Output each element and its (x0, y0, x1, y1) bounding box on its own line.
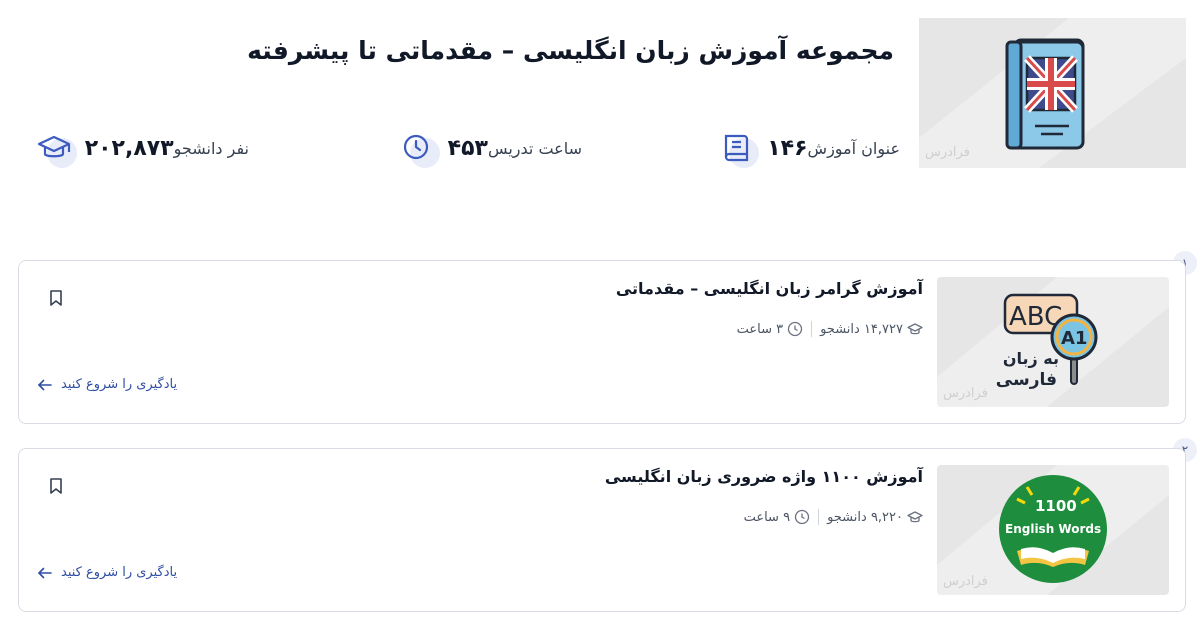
thumb-farsi-line2: فارسی (996, 370, 1057, 390)
course-duration: ۳ ساعت (736, 321, 784, 337)
thumb-farsi-line1: به زبان (1003, 349, 1059, 368)
graduation-cap-icon (37, 130, 77, 168)
thumb-a1-text: A1 (1061, 328, 1087, 349)
bookmark-icon[interactable] (49, 289, 63, 307)
stat-courses-label: عنوان آموزش (807, 138, 900, 158)
course-card[interactable]: 1100 English Words فرادرس آموزش ۱۱۰۰ واژ… (18, 448, 1186, 612)
start-learning-label: یادگیری را شروع کنید (61, 377, 178, 392)
stat-hours-value: ۴۵۳ (447, 135, 488, 161)
course-title[interactable]: آموزش گرامر زبان انگلیسی – مقدماتی (616, 279, 923, 298)
thumbnail-watermark: فرادرس (925, 145, 970, 160)
course-meta: ۹,۲۲۰ دانشجو ۹ ساعت (744, 509, 923, 525)
stat-courses: ۱۴۶ عنوان آموزش (707, 130, 900, 168)
arrow-left-icon (38, 567, 52, 578)
meta-divider (811, 321, 813, 337)
stat-courses-value: ۱۴۶ (767, 135, 808, 161)
arrow-left-icon (38, 379, 52, 390)
course-duration: ۹ ساعت (743, 509, 791, 525)
stat-students: ۲۰۲,۸۷۳ نفر دانشجو (25, 130, 249, 168)
course-students: ۹,۲۲۰ دانشجو (827, 509, 903, 525)
bookmark-icon[interactable] (49, 477, 63, 495)
graduation-cap-icon (907, 323, 923, 335)
clock-icon (794, 509, 810, 525)
course-title[interactable]: آموزش ۱۱۰۰ واژه ضروری زبان انگلیسی (605, 467, 923, 486)
book-icon (719, 130, 760, 168)
start-learning-link[interactable]: یادگیری را شروع کنید (37, 377, 177, 392)
thumbnail-watermark: فرادرس (943, 574, 988, 589)
clock-icon (787, 321, 803, 337)
thumbnail-watermark: فرادرس (943, 386, 988, 401)
graduation-cap-icon (907, 511, 923, 523)
stat-students-value: ۲۰۲,۸۷۳ (84, 135, 174, 161)
thumb-1100-text: 1100 (1035, 497, 1077, 515)
start-learning-label: یادگیری را شروع کنید (61, 565, 178, 580)
start-learning-link[interactable]: یادگیری را شروع کنید (37, 565, 177, 580)
stat-students-label: نفر دانشجو (173, 138, 249, 158)
meta-divider (818, 509, 820, 525)
course-thumbnail[interactable]: ABC A1 به زبان فارسی فرادرس (937, 277, 1169, 407)
collection-thumbnail: فرادرس (919, 18, 1186, 168)
course-students: ۱۴,۷۲۷ دانشجو (820, 321, 903, 337)
course-meta: ۱۴,۷۲۷ دانشجو ۳ ساعت (737, 321, 923, 337)
page-title: مجموعه آموزش زبان انگلیسی – مقدماتی تا پ… (247, 36, 894, 65)
course-thumbnail[interactable]: 1100 English Words فرادرس (937, 465, 1169, 595)
thumb-english-words-text: English Words (1005, 522, 1101, 536)
stat-hours: ۴۵۳ ساعت تدریس (388, 130, 582, 168)
stat-hours-label: ساعت تدریس (487, 138, 582, 158)
course-card[interactable]: ABC A1 به زبان فارسی فرادرس آموزش گرامر … (18, 260, 1186, 424)
clock-icon (400, 130, 440, 168)
